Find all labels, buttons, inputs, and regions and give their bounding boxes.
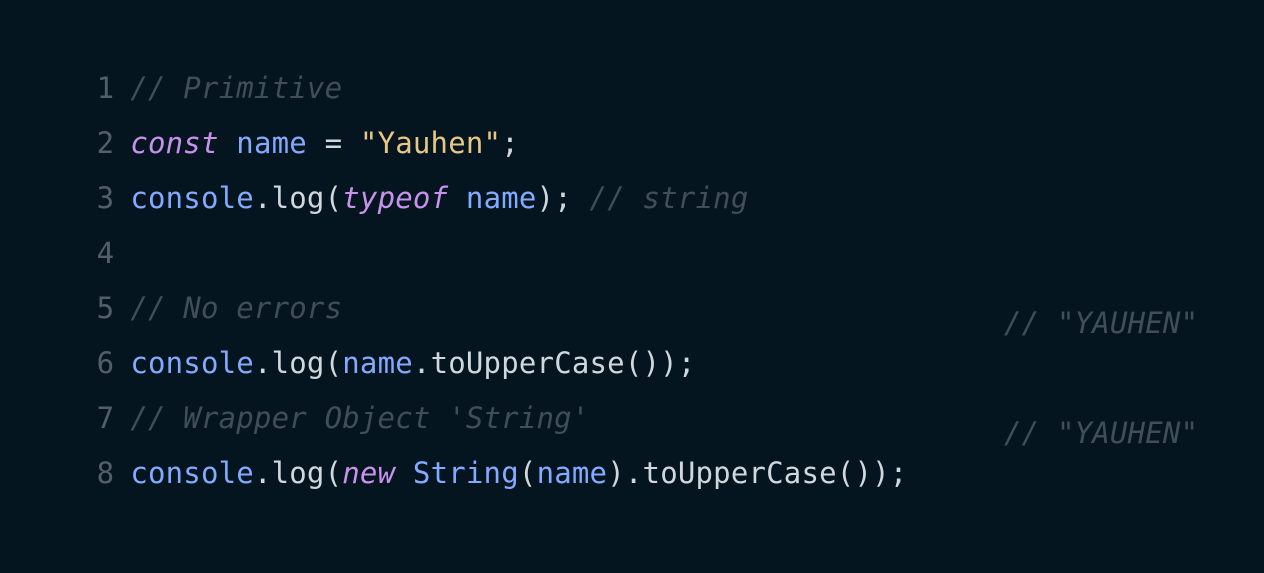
method-toUpperCase: toUpperCase	[642, 456, 837, 490]
code-line-2: 2 const name = "Yauhen";	[0, 83, 519, 160]
variable-name: name	[536, 456, 608, 490]
code-line-3: 3 console.log(typeof name); // string	[0, 138, 749, 215]
paren-open: (	[518, 456, 537, 490]
code-line-5: 5// No errors	[0, 248, 342, 325]
class-String: String	[412, 456, 519, 490]
paren-close: ());	[624, 346, 696, 380]
dot: .	[253, 181, 272, 215]
variable-name: name	[465, 181, 537, 215]
paren-close: ());	[836, 456, 908, 490]
paren-close: ).	[607, 456, 643, 490]
line-number: 8	[96, 456, 115, 490]
comment: // "YAUHEN"	[1004, 306, 1199, 340]
console-object: console	[130, 456, 254, 490]
log-method: log	[271, 181, 325, 215]
code-line-1: 1// Primitive	[0, 28, 342, 105]
code-line-4: 4	[0, 193, 114, 270]
code-line-8: 8 console.log(new String(name).toUpperCas…	[0, 413, 1264, 490]
dot: .	[253, 456, 272, 490]
keyword-typeof: typeof	[342, 181, 449, 215]
log-method: log	[271, 456, 325, 490]
paren-open: (	[324, 456, 343, 490]
code-line-7: 7// Wrapper Object 'String'	[0, 358, 590, 435]
console-object: console	[130, 181, 254, 215]
comment: // string	[589, 181, 749, 215]
code-line-6: 6 console.log(name.toUpperCase()); // "YA…	[0, 303, 1264, 380]
keyword-new: new	[342, 456, 396, 490]
comment: // "YAUHEN"	[1004, 416, 1199, 450]
paren-close: );	[536, 181, 572, 215]
paren-open: (	[324, 181, 343, 215]
code-editor[interactable]: 1// Primitive 2 const name = "Yauhen"; 3c…	[0, 0, 1264, 490]
